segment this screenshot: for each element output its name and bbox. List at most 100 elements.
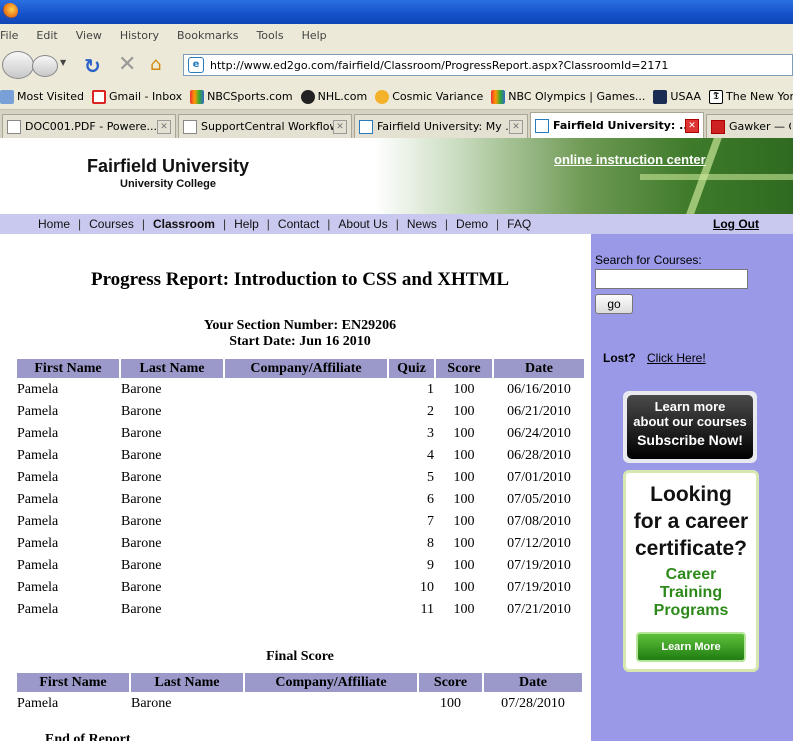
menu-edit[interactable]: Edit: [36, 29, 57, 42]
subscribe-ad[interactable]: Learn more about our courses Subscribe N…: [623, 391, 757, 463]
section-number: Your Section Number: EN29206: [203, 318, 397, 333]
close-tab-icon[interactable]: ✕: [332, 119, 347, 134]
page-title: Progress Report: Introduction to CSS and…: [90, 269, 510, 290]
table-row: Pamela Barone 8 100 07/12/2010: [17, 534, 584, 554]
reload-icon[interactable]: ↻: [84, 54, 101, 78]
click-here-link[interactable]: Click Here!: [647, 351, 706, 365]
col-date: Date: [484, 673, 582, 692]
go-button[interactable]: go: [595, 294, 633, 314]
tab-title: DOC001.PDF - Powere...: [25, 120, 157, 133]
nav-news[interactable]: News: [407, 217, 437, 231]
nav-classroom[interactable]: Classroom: [153, 217, 215, 231]
ad2-line3: certificate?: [634, 537, 748, 560]
table-cell: [245, 694, 417, 714]
menu-file[interactable]: File: [0, 29, 18, 42]
nbc-olympics-icon: [491, 89, 506, 104]
history-dropdown-icon[interactable]: ▼: [60, 58, 72, 72]
table-cell: [225, 600, 387, 620]
menu-bookmarks[interactable]: Bookmarks: [177, 29, 238, 42]
tab-title: Fairfield University: ...: [552, 119, 685, 132]
table-cell: 1: [427, 382, 434, 397]
bookmark-item[interactable]: NHL.com: [300, 89, 367, 104]
bookmark-item[interactable]: 𝕿The New York Times - ...: [709, 89, 793, 104]
bookmark-item[interactable]: Gmail - Inbox: [91, 89, 182, 104]
career-ad-headline: Looking for a career certificate?: [626, 481, 756, 562]
table-cell: Barone: [121, 426, 162, 441]
table-cell: 100: [453, 404, 475, 419]
nav-about-us[interactable]: About Us: [338, 217, 387, 231]
table-cell: [225, 490, 387, 510]
table-cell: 100: [440, 696, 461, 711]
bookmark-item[interactable]: NBCSports.com: [190, 89, 293, 104]
career-certificate-ad[interactable]: Looking for a career certificate? Career…: [623, 470, 759, 672]
tab-supportcentral[interactable]: SupportCentral Workflow ✕: [177, 114, 352, 138]
nav-demo[interactable]: Demo: [456, 217, 488, 231]
nav-home[interactable]: Home: [38, 217, 70, 231]
nav-help[interactable]: Help: [234, 217, 259, 231]
table-cell: Barone: [121, 448, 162, 463]
forward-button[interactable]: [32, 55, 58, 77]
table-row: Pamela Barone 4 100 06/28/2010: [17, 446, 584, 466]
close-tab-icon[interactable]: ✕: [508, 119, 523, 134]
table-cell: 2: [427, 404, 434, 419]
table-cell: 100: [453, 382, 475, 397]
table-cell: Pamela: [17, 536, 59, 551]
col-last-name: Last Name: [131, 673, 243, 692]
address-bar[interactable]: e http://www.ed2go.com/fairfield/Classro…: [183, 54, 793, 76]
table-cell: Pamela: [17, 404, 59, 419]
close-tab-icon[interactable]: ✕: [684, 118, 699, 133]
table-cell: Pamela: [17, 580, 59, 595]
ad2-green2: Training: [659, 584, 723, 601]
ad2-green3: Programs: [653, 602, 729, 619]
home-icon[interactable]: ⌂: [150, 54, 161, 75]
table-row: Pamela Barone 7 100 07/08/2010: [17, 512, 584, 532]
table-cell: [225, 556, 387, 576]
menu-view[interactable]: View: [76, 29, 102, 42]
table-row: Pamela Barone 1 100 06/16/2010: [17, 380, 584, 400]
tab-gawker[interactable]: Gawker — Go: [705, 114, 793, 138]
tagline-link[interactable]: online instruction center: [554, 152, 706, 167]
nav-faq[interactable]: FAQ: [507, 217, 531, 231]
back-button[interactable]: [2, 51, 34, 79]
end-of-report: End of Report: [45, 732, 131, 741]
subscribe-now-button[interactable]: Subscribe Now!: [627, 429, 753, 448]
table-cell: [225, 402, 387, 422]
col-company: Company/Affiliate: [225, 359, 387, 378]
close-tab-icon[interactable]: ✕: [156, 119, 171, 134]
search-input[interactable]: [595, 269, 748, 289]
table-cell: Barone: [121, 536, 162, 551]
nav-separator: |: [78, 217, 82, 231]
menu-help[interactable]: Help: [302, 29, 327, 42]
menu-tools[interactable]: Tools: [256, 29, 283, 42]
menu-history[interactable]: History: [120, 29, 159, 42]
sidebar: Search for Courses: go Lost? Click Here!…: [591, 234, 793, 741]
bookmark-item[interactable]: USAA: [653, 89, 701, 104]
college-name: University College: [120, 178, 216, 190]
table-cell: Barone: [121, 404, 162, 419]
col-quiz: Quiz: [389, 359, 434, 378]
table-cell: 06/21/2010: [507, 404, 571, 419]
nav-courses[interactable]: Courses: [89, 217, 134, 231]
logout-link[interactable]: Log Out: [713, 217, 759, 231]
university-name: Fairfield University: [87, 156, 250, 176]
bookmark-label: Cosmic Variance: [392, 90, 484, 103]
bookmark-item[interactable]: NBC Olympics | Games...: [491, 89, 645, 104]
table-cell: Pamela: [17, 558, 59, 573]
table-cell: [225, 512, 387, 532]
table-cell: Pamela: [17, 382, 59, 397]
window-titlebar: [0, 0, 793, 24]
table-cell: Barone: [121, 382, 162, 397]
learn-more-button[interactable]: Learn More: [636, 632, 746, 662]
tab-fairfield-my[interactable]: Fairfield University: My ... ✕: [353, 114, 528, 138]
stop-icon[interactable]: ✕: [118, 52, 136, 77]
nav-contact[interactable]: Contact: [278, 217, 319, 231]
table-cell: Barone: [121, 580, 162, 595]
firefox-icon: [2, 3, 18, 19]
table-cell: 4: [427, 448, 434, 463]
bookmark-item[interactable]: Cosmic Variance: [375, 89, 484, 104]
url-text[interactable]: http://www.ed2go.com/fairfield/Classroom…: [210, 59, 668, 72]
tab-pdf[interactable]: DOC001.PDF - Powere... ✕: [2, 114, 176, 138]
bookmark-item[interactable]: Most Visited: [0, 89, 84, 104]
tab-fairfield-active[interactable]: Fairfield University: ... ✕: [529, 112, 704, 138]
tab-title: SupportCentral Workflow: [200, 120, 333, 133]
